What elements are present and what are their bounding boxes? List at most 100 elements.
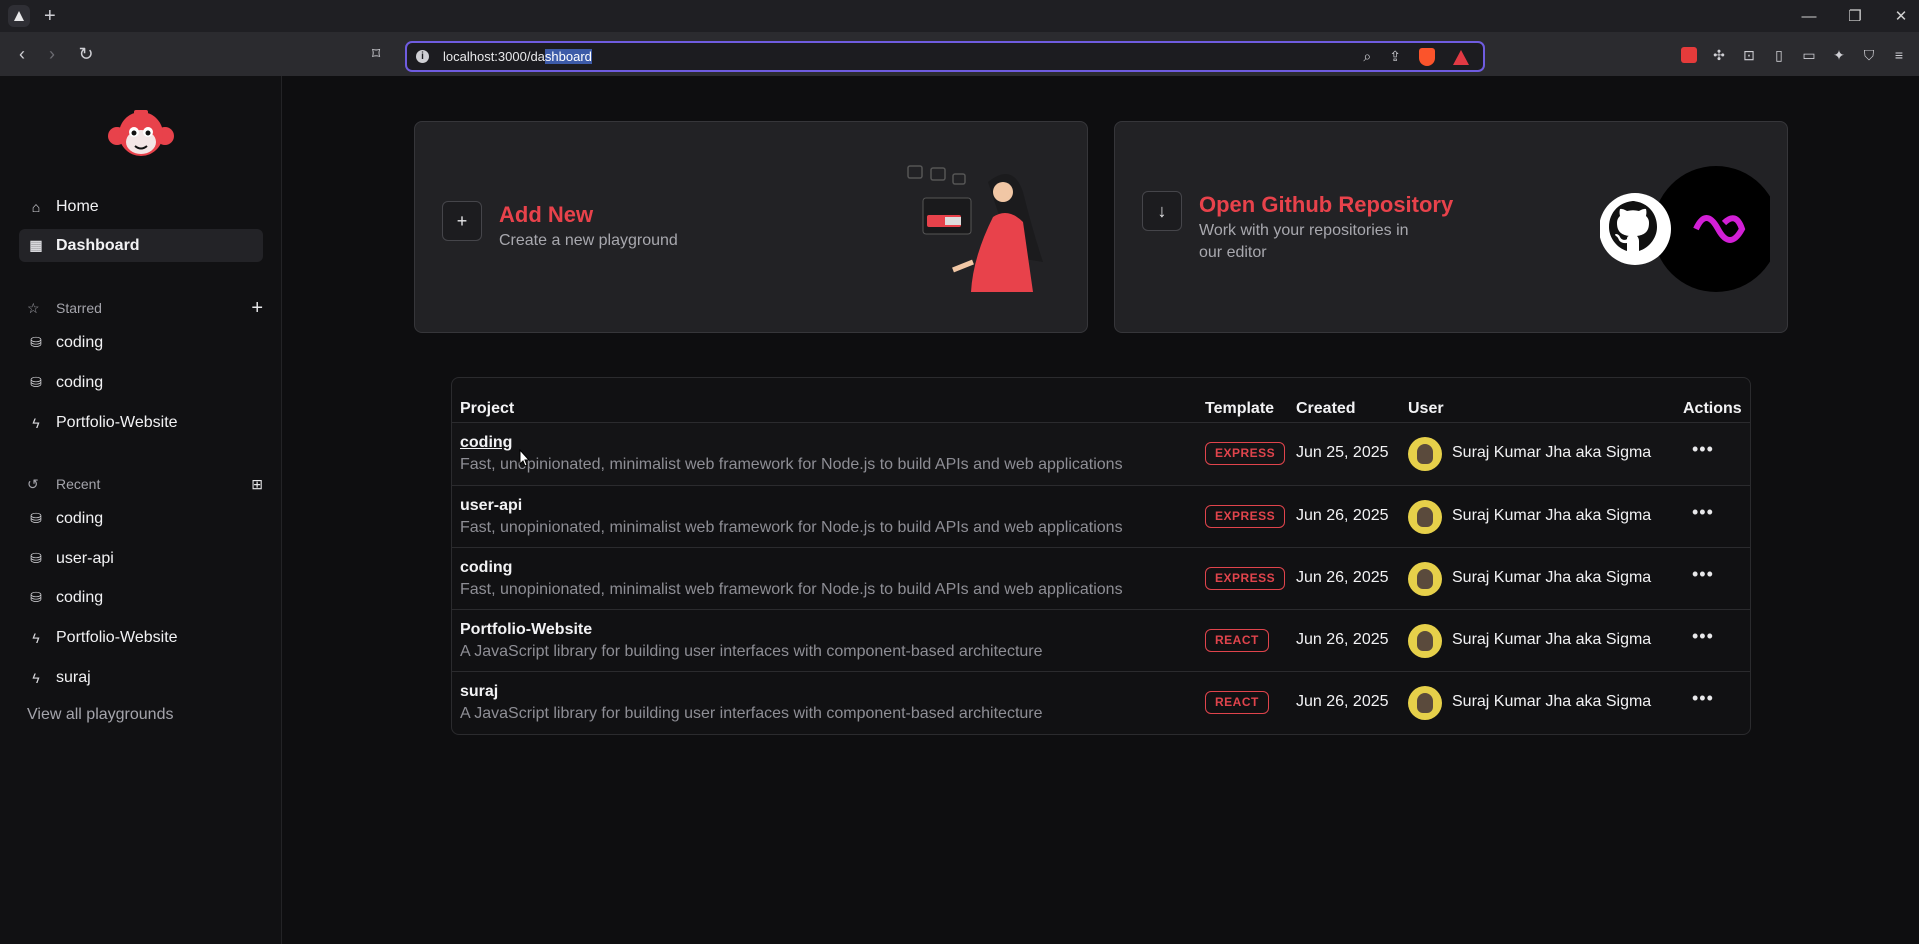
more-actions-icon[interactable]: ••• <box>1692 502 1714 523</box>
avatar <box>1408 500 1442 534</box>
monkey-logo-icon[interactable] <box>107 106 175 162</box>
sidebar-item-label: coding <box>56 373 104 391</box>
table-row[interactable]: coding Fast, unopinionated, minimalist w… <box>452 547 1750 609</box>
sidebar-item-recent-user-api[interactable]: ⛁ user-api <box>19 542 263 575</box>
project-description: Fast, unopinionated, minimalist web fram… <box>460 456 1123 473</box>
project-name-link[interactable]: Portfolio-Website <box>460 621 592 639</box>
sidebar-item-recent-coding[interactable]: ⛁ coding <box>19 502 263 535</box>
add-new-card[interactable]: + Add New Create a new playground <box>414 121 1088 333</box>
sidebar-item-recent-coding[interactable]: ⛁ coding <box>19 581 263 614</box>
created-date: Jun 26, 2025 <box>1296 693 1389 710</box>
database-icon: ⛁ <box>30 550 42 566</box>
tab-favicon-icon[interactable] <box>8 5 30 27</box>
user-name: Suraj Kumar Jha aka Sigma <box>1452 631 1652 648</box>
add-new-description: Create a new playground <box>499 232 678 249</box>
forward-icon[interactable]: › <box>40 44 64 65</box>
close-icon[interactable]: ✕ <box>1893 7 1909 25</box>
sidebar-item-recent-suraj[interactable]: ϟ suraj <box>19 661 263 694</box>
project-description: A JavaScript library for building user i… <box>460 705 1043 722</box>
header-template[interactable]: Template <box>1205 400 1274 418</box>
restore-icon[interactable]: ❐ <box>1847 7 1863 25</box>
extensions-puzzle-icon[interactable]: ✣ <box>1711 47 1727 63</box>
wallet-icon[interactable]: ▭ <box>1801 47 1817 63</box>
add-folder-button[interactable]: ⊞ <box>251 476 263 493</box>
brave-rewards-icon[interactable] <box>1453 50 1469 65</box>
sidebar-item-dashboard[interactable]: ▦ Dashboard <box>19 229 263 262</box>
open-github-card[interactable]: ↓ Open Github Repository Work with your … <box>1114 121 1788 333</box>
sidebar-item-starred-portfolio[interactable]: ϟ Portfolio-Website <box>19 406 263 439</box>
header-created[interactable]: Created <box>1296 400 1356 418</box>
grid-icon: ▦ <box>29 237 43 253</box>
sidebar-item-label: coding <box>56 509 104 527</box>
mouse-cursor-icon <box>519 449 529 467</box>
bookmark-icon[interactable]: ⌑ <box>372 44 380 64</box>
extension-icons: ✣ ⊡ ▯ ▭ ✦ ⛉ ≡ <box>1681 47 1907 63</box>
share-icon[interactable]: ⇪ <box>1389 48 1401 66</box>
zap-icon: ϟ <box>32 669 40 686</box>
projects-table: Project Template Created User Actions co… <box>451 377 1751 735</box>
project-description: Fast, unopinionated, minimalist web fram… <box>460 581 1123 598</box>
header-actions[interactable]: Actions <box>1683 400 1742 418</box>
url-text[interactable]: localhost:3000/dashboard <box>443 49 592 64</box>
window-controls: — ❐ ✕ <box>1801 0 1909 32</box>
add-new-button[interactable]: + <box>442 201 482 241</box>
sidebar-item-home[interactable]: ⌂ Home <box>19 190 263 223</box>
more-actions-icon[interactable]: ••• <box>1692 688 1714 709</box>
more-actions-icon[interactable]: ••• <box>1692 439 1714 460</box>
header-user[interactable]: User <box>1408 400 1444 418</box>
table-row[interactable]: coding Fast, unopinionated, minimalist w… <box>452 423 1750 485</box>
minimize-icon[interactable]: — <box>1801 8 1817 25</box>
project-name-link[interactable]: coding <box>460 559 512 577</box>
avatar <box>1408 624 1442 658</box>
new-tab-button[interactable]: + <box>44 6 56 26</box>
menu-icon[interactable]: ≡ <box>1891 47 1907 63</box>
avatar <box>1408 562 1442 596</box>
sidebar-item-label: coding <box>56 333 104 351</box>
sidebar-item-label: Home <box>56 197 99 215</box>
project-name-link[interactable]: coding <box>460 434 512 452</box>
back-icon[interactable]: ‹ <box>10 44 34 65</box>
table-row[interactable]: user-api Fast, unopinionated, minimalist… <box>452 485 1750 547</box>
developer-illustration <box>907 165 1043 292</box>
reload-icon[interactable]: ↻ <box>74 44 98 65</box>
sidebar-item-label: coding <box>56 588 104 606</box>
template-badge: REACT <box>1205 629 1269 652</box>
vpn-shield-icon[interactable]: ⛉ <box>1861 47 1877 63</box>
import-button[interactable]: ↓ <box>1142 191 1182 231</box>
sidebar-item-recent-portfolio[interactable]: ϟ Portfolio-Website <box>19 621 263 654</box>
open-github-description-line1: Work with your repositories in <box>1199 222 1409 239</box>
avatar <box>1408 686 1442 720</box>
template-badge: EXPRESS <box>1205 442 1286 465</box>
sidebar-item-label: suraj <box>56 668 91 686</box>
sidebar-item-label: Portfolio-Website <box>56 628 178 646</box>
zap-icon: ϟ <box>32 629 40 646</box>
open-github-title: Open Github Repository <box>1199 192 1454 217</box>
site-info-icon[interactable]: i <box>416 50 429 63</box>
sidebar-item-starred-coding[interactable]: ⛁ coding <box>19 366 263 399</box>
home-icon: ⌂ <box>31 198 41 215</box>
screenshot-icon[interactable]: ⊡ <box>1741 47 1757 63</box>
template-badge: REACT <box>1205 691 1269 714</box>
star-icon: ☆ <box>27 299 40 316</box>
project-description: Fast, unopinionated, minimalist web fram… <box>460 519 1123 536</box>
add-starred-button[interactable]: + <box>251 297 263 320</box>
extension-red-icon[interactable] <box>1681 47 1697 63</box>
project-name-link[interactable]: suraj <box>460 683 498 701</box>
template-badge: EXPRESS <box>1205 567 1286 590</box>
table-row[interactable]: suraj A JavaScript library for building … <box>452 671 1750 733</box>
add-new-title: Add New <box>499 202 594 227</box>
sidebar-item-label: user-api <box>56 549 114 567</box>
address-bar[interactable]: i localhost:3000/dashboard ⌕ ⇪ <box>405 41 1485 72</box>
sidebar: ⌂ Home ▦ Dashboard ☆ Starred + ⛁ coding … <box>0 76 282 944</box>
leo-ai-icon[interactable]: ✦ <box>1831 47 1847 63</box>
project-name-link[interactable]: user-api <box>460 497 522 515</box>
header-project[interactable]: Project <box>460 400 514 418</box>
brave-shields-icon[interactable] <box>1419 48 1435 66</box>
table-row[interactable]: Portfolio-Website A JavaScript library f… <box>452 609 1750 671</box>
view-all-playgrounds-link[interactable]: View all playgrounds <box>27 706 173 724</box>
sidebar-item-starred-coding[interactable]: ⛁ coding <box>19 326 263 359</box>
zoom-icon[interactable]: ⌕ <box>1363 48 1371 66</box>
sidebar-toggle-icon[interactable]: ▯ <box>1771 47 1787 63</box>
more-actions-icon[interactable]: ••• <box>1692 564 1714 585</box>
more-actions-icon[interactable]: ••• <box>1692 626 1714 647</box>
